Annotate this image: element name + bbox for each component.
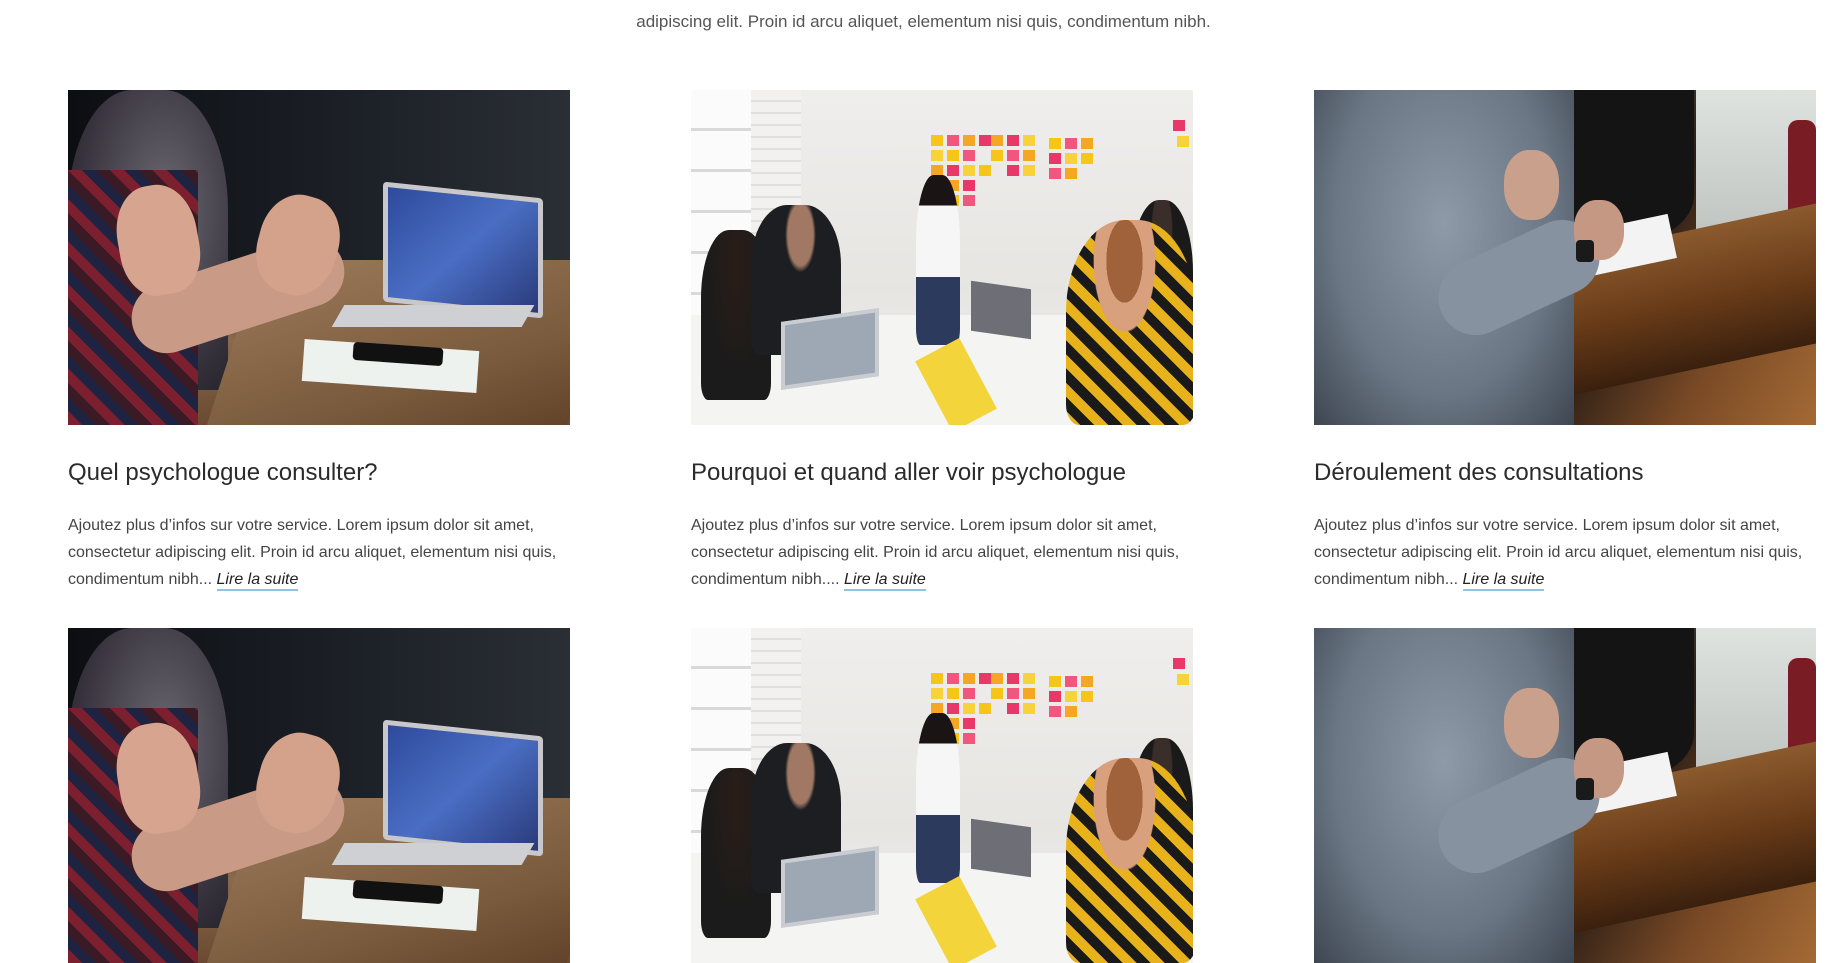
card-description: Ajoutez plus d’infos sur votre service. … (1314, 512, 1816, 593)
card-title: Quel psychologue consulter? (68, 459, 378, 486)
service-card-row2-2 (691, 628, 1193, 963)
read-more-link[interactable]: Lire la suite (216, 571, 299, 591)
service-card-deroulement: Déroulement des consultations Ajoutez pl… (1314, 90, 1816, 593)
card-description-text: Ajoutez plus d’infos sur votre service. … (68, 517, 557, 588)
laptop-meeting-photo (68, 628, 570, 963)
card-title: Pourquoi et quand aller voir psychologue (691, 459, 1126, 486)
sticky-notes-meeting-photo (691, 628, 1193, 963)
card-description-text: Ajoutez plus d’infos sur votre service. … (1314, 517, 1803, 588)
service-card-pourquoi: Pourquoi et quand aller voir psychologue… (691, 90, 1193, 593)
card-description-text: Ajoutez plus d’infos sur votre service. … (691, 517, 1180, 588)
service-card-row2-1 (68, 628, 570, 963)
card-description: Ajoutez plus d’infos sur votre service. … (68, 512, 570, 593)
card-description: Ajoutez plus d’infos sur votre service. … (691, 512, 1193, 593)
sticky-notes-meeting-photo (691, 90, 1193, 425)
read-more-link[interactable]: Lire la suite (843, 571, 926, 591)
intro-text: adipiscing elit. Proin id arcu aliquet, … (636, 12, 1211, 31)
table-discussion-photo (1314, 90, 1816, 425)
read-more-link[interactable]: Lire la suite (1462, 571, 1545, 591)
card-title: Déroulement des consultations (1314, 459, 1644, 486)
laptop-meeting-photo (68, 90, 570, 425)
service-card-row2-3 (1314, 628, 1816, 963)
service-card-psychologue: Quel psychologue consulter? Ajoutez plus… (68, 90, 570, 593)
table-discussion-photo (1314, 628, 1816, 963)
